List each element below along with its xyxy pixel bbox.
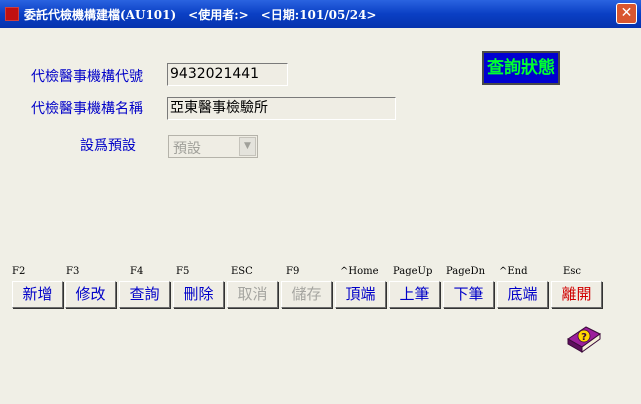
default-label: 設爲預設 xyxy=(80,138,136,154)
exit-button[interactable]: 離開 xyxy=(551,281,602,308)
new-button[interactable]: 新增 xyxy=(12,281,63,308)
edit-button[interactable]: 修改 xyxy=(65,281,116,308)
key-hint-edit: F3 xyxy=(66,266,80,277)
key-hint-prev: PageUp xyxy=(393,266,433,277)
bottom-button[interactable]: 底端 xyxy=(497,281,548,308)
delete-button[interactable]: 刪除 xyxy=(173,281,224,308)
prev-button[interactable]: 上筆 xyxy=(389,281,440,308)
key-hint-query: F4 xyxy=(130,266,144,277)
key-hint-cancel: ESC xyxy=(231,266,253,277)
code-label: 代檢醫事機構代號 xyxy=(31,69,143,85)
chevron-down-icon[interactable]: ▼ xyxy=(239,137,256,156)
save-button[interactable]: 儲存 xyxy=(281,281,332,308)
query-status-button[interactable]: 查詢狀態 xyxy=(482,51,560,85)
next-button[interactable]: 下筆 xyxy=(443,281,494,308)
key-hint-delete: F5 xyxy=(176,266,190,277)
default-select[interactable]: 預設 ▼ xyxy=(168,135,258,158)
top-button[interactable]: 頂端 xyxy=(335,281,386,308)
svg-text:?: ? xyxy=(581,332,587,343)
help-book-icon: ? xyxy=(567,326,601,353)
title-bar: 委託代檢機構建檔(AU101) <使用者:> <日期:101/05/24> ✕ xyxy=(0,0,641,28)
key-hint-top: ^Home xyxy=(340,266,379,277)
key-hint-next: PageDn xyxy=(446,266,486,277)
query-button[interactable]: 查詢 xyxy=(119,281,170,308)
app-icon xyxy=(5,7,19,21)
name-label: 代檢醫事機構名稱 xyxy=(31,101,143,117)
key-hint-exit: Esc xyxy=(563,266,582,277)
name-field[interactable]: 亞東醫事檢驗所 xyxy=(167,97,396,120)
help-button[interactable]: ? xyxy=(564,317,604,357)
close-button[interactable]: ✕ xyxy=(616,3,637,24)
key-hint-new: F2 xyxy=(12,266,26,277)
key-hint-bottom: ^End xyxy=(499,266,528,277)
default-select-value: 預設 xyxy=(173,141,201,157)
key-hint-save: F9 xyxy=(286,266,300,277)
window-title: 委託代檢機構建檔(AU101) <使用者:> <日期:101/05/24> xyxy=(24,8,377,22)
cancel-button[interactable]: 取消 xyxy=(227,281,278,308)
code-field[interactable]: 9432021441 xyxy=(167,63,288,86)
